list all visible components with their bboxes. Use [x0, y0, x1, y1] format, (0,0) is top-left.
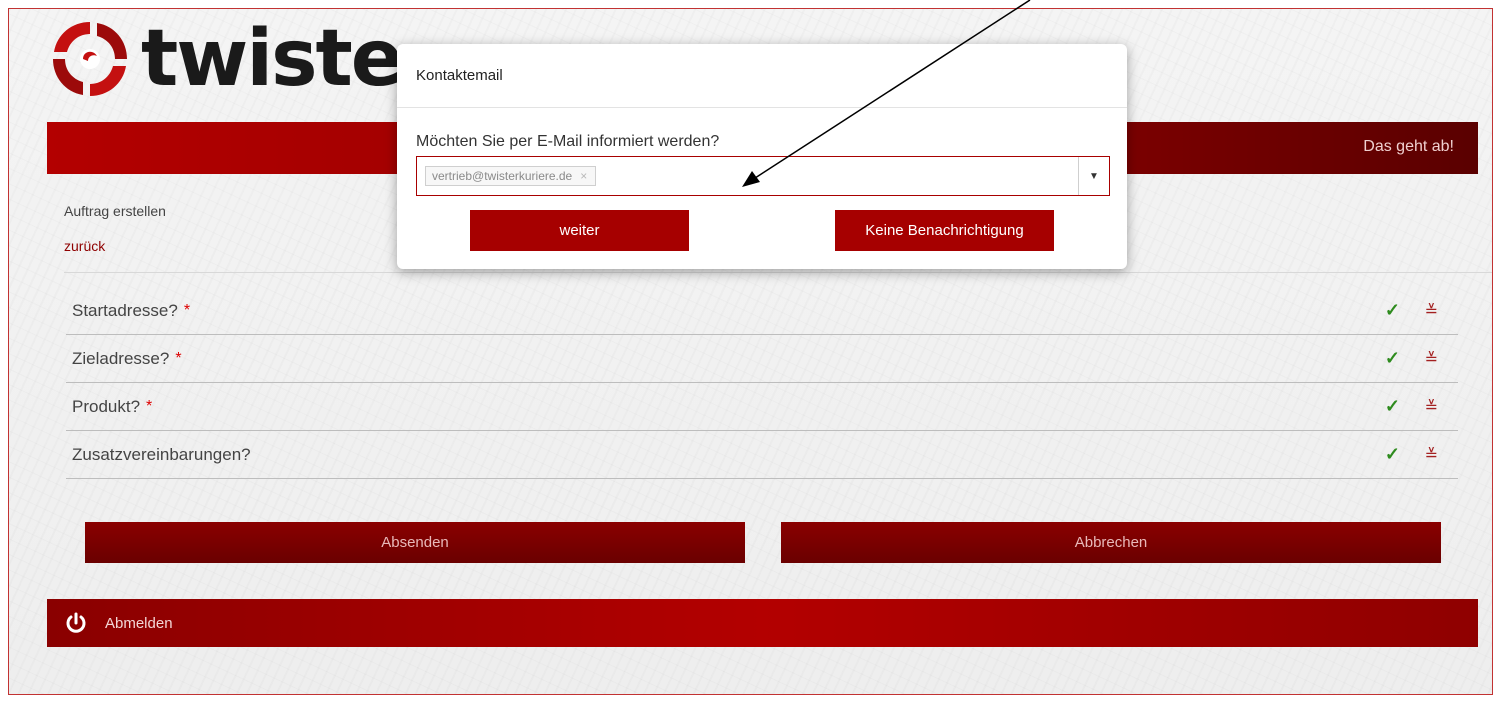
email-tag-text: vertrieb@twisterkuriere.de: [432, 169, 573, 183]
required-marker: *: [183, 301, 191, 319]
logout-link[interactable]: Abmelden: [105, 615, 173, 632]
no-notification-button[interactable]: Keine Benachrichtigung: [835, 210, 1054, 251]
page-title: Auftrag erstellen: [64, 203, 166, 219]
remove-tag-icon[interactable]: ×: [580, 169, 587, 183]
email-tag: vertrieb@twisterkuriere.de ×: [425, 166, 597, 186]
back-link[interactable]: zurück: [64, 238, 105, 254]
check-icon: ✓: [1384, 444, 1400, 464]
divider: [64, 272, 1492, 273]
cancel-button[interactable]: Abbrechen: [781, 522, 1441, 563]
section-zusatzvereinbarungen[interactable]: Zusatzvereinbarungen? ✓ ≚: [66, 431, 1458, 479]
dropdown-caret-icon[interactable]: ▼: [1078, 157, 1109, 195]
tagline: Das geht ab!: [1363, 138, 1454, 155]
check-icon: ✓: [1384, 396, 1400, 416]
modal-question: Möchten Sie per E-Mail informiert werden…: [416, 133, 720, 150]
section-label: Produkt?: [72, 396, 141, 416]
contact-email-modal: Kontaktemail Möchten Sie per E-Mail info…: [397, 44, 1127, 269]
section-produkt[interactable]: Produkt? * ✓ ≚: [66, 383, 1458, 431]
check-icon: ✓: [1384, 348, 1400, 368]
logo[interactable]: twiste: [47, 13, 404, 105]
section-startadresse[interactable]: Startadresse? * ✓ ≚: [66, 287, 1458, 335]
logo-text: twiste: [141, 14, 404, 104]
submit-button[interactable]: Absenden: [85, 522, 745, 563]
footer-bar: Abmelden: [47, 599, 1478, 647]
continue-button[interactable]: weiter: [470, 210, 689, 251]
required-marker: *: [146, 397, 153, 415]
chevron-double-down-icon[interactable]: ≚: [1425, 397, 1438, 417]
chevron-double-down-icon[interactable]: ≚: [1425, 349, 1438, 369]
section-zieladresse[interactable]: Zieladresse? * ✓ ≚: [66, 335, 1458, 383]
required-marker: *: [175, 349, 182, 367]
chevron-double-down-icon[interactable]: ≚: [1425, 301, 1438, 321]
section-label: Zusatzvereinbarungen?: [72, 444, 251, 464]
check-icon: ✓: [1384, 300, 1400, 320]
email-select[interactable]: vertrieb@twisterkuriere.de × ▼: [416, 156, 1110, 196]
section-label: Startadresse?: [72, 300, 178, 320]
modal-title: Kontaktemail: [397, 44, 1127, 108]
logo-swirl-icon: [53, 22, 127, 96]
section-label: Zieladresse?: [72, 348, 170, 368]
power-icon[interactable]: [65, 612, 87, 634]
chevron-double-down-icon[interactable]: ≚: [1425, 445, 1438, 465]
